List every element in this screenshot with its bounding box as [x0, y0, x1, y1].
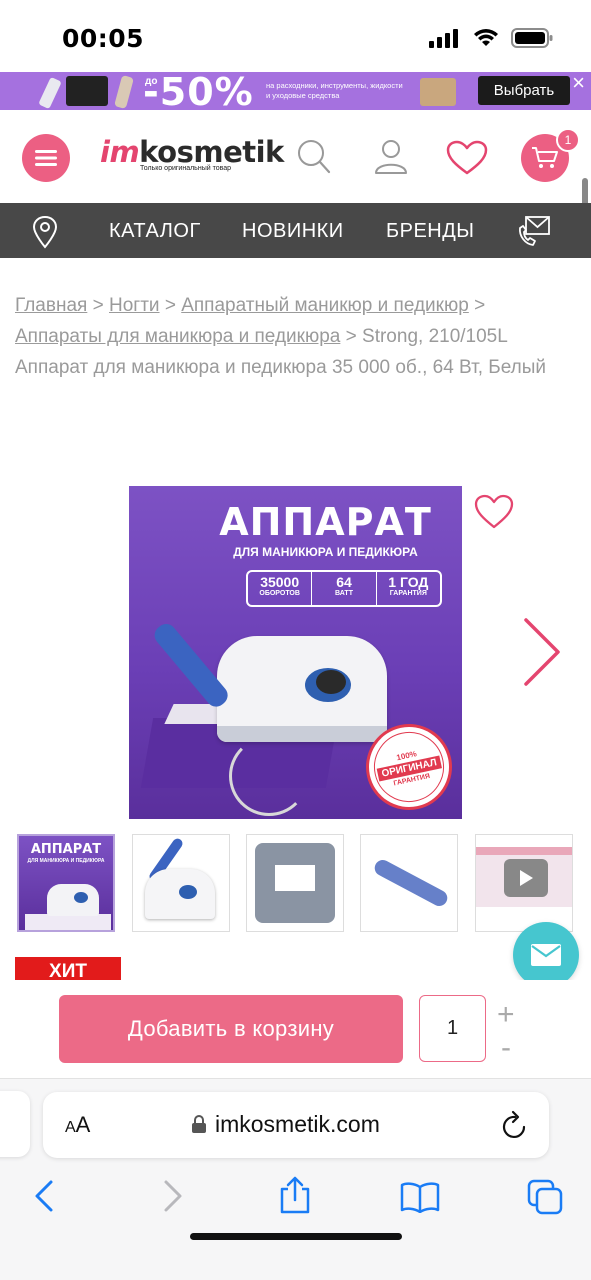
- cart-count-badge: 1: [556, 128, 580, 152]
- site-header: imkosmetik Только оригинальный товар 1: [0, 110, 591, 203]
- add-to-cart-button[interactable]: Добавить в корзину: [59, 995, 403, 1063]
- nav-item-new[interactable]: НОВИНКИ: [242, 220, 344, 243]
- thumbnail-4[interactable]: [360, 834, 458, 932]
- spec-watt: 64 ВАТТ: [312, 572, 377, 605]
- play-icon: [504, 859, 548, 897]
- thumbnail-3[interactable]: [246, 834, 344, 932]
- menu-button[interactable]: [22, 134, 70, 182]
- thumbnail-video[interactable]: [475, 834, 573, 932]
- thumbnail-2[interactable]: [132, 834, 230, 932]
- breadcrumb-link-home[interactable]: Главная: [15, 295, 87, 316]
- reader-options-button[interactable]: AA: [65, 1112, 90, 1138]
- breadcrumb-separator: >: [164, 295, 176, 316]
- logo-im: im: [100, 135, 140, 169]
- image-title: АППАРАТ: [219, 500, 432, 544]
- main-nav: КАТАЛОГ НОВИНКИ БРЕНДЫ: [0, 203, 591, 258]
- quantity-input[interactable]: [419, 995, 486, 1062]
- home-indicator[interactable]: [190, 1233, 402, 1240]
- user-icon[interactable]: [373, 138, 409, 176]
- spec-rpm: 35000 ОБОРОТОВ: [248, 572, 313, 605]
- breadcrumb: Главная > Ногти > Аппаратный маникюр и п…: [15, 290, 565, 383]
- promo-select-button[interactable]: Выбрать: [478, 76, 570, 105]
- bookmarks-icon[interactable]: [400, 1181, 440, 1213]
- battery-icon: [511, 28, 553, 48]
- image-device-knob-center: [316, 670, 346, 694]
- envelope-icon: [531, 944, 561, 966]
- quantity-increase-button[interactable]: +: [497, 1000, 515, 1030]
- promo-product-image: [114, 74, 134, 110]
- location-icon[interactable]: [32, 215, 58, 249]
- promo-text: на расходники, инструменты, жидкости и у…: [266, 81, 403, 100]
- share-icon[interactable]: [278, 1175, 312, 1215]
- site-logo[interactable]: imkosmetik Только оригинальный товар: [100, 136, 284, 172]
- promo-product-image: [420, 78, 456, 106]
- promo-product-image: [66, 76, 108, 106]
- contact-mail-icon[interactable]: [517, 214, 551, 248]
- chevron-right-icon[interactable]: [522, 616, 562, 688]
- thumbnail-strip: АППАРАТ ДЛЯ МАНИКЮРА И ПЕДИКЮРА: [17, 834, 591, 934]
- image-specs: 35000 ОБОРОТОВ 64 ВАТТ 1 ГОД ГАРАНТИЯ: [246, 570, 442, 607]
- promo-banner[interactable]: до -50% на расходники, инструменты, жидк…: [0, 72, 591, 110]
- status-icons: [429, 28, 553, 48]
- lock-icon: [192, 1115, 206, 1133]
- breadcrumb-separator: >: [92, 295, 104, 316]
- previous-tab-peek[interactable]: [0, 1091, 30, 1157]
- breadcrumb-link-manicure-devices[interactable]: Аппараты для маникюра и педикюра: [15, 326, 340, 347]
- cellular-signal-icon: [429, 29, 458, 48]
- breadcrumb-separator: >: [345, 326, 357, 347]
- tabs-icon[interactable]: [527, 1179, 563, 1215]
- breadcrumb-link-hardware-manicure[interactable]: Аппаратный маникюр и педикюр: [181, 295, 469, 316]
- browser-toolbar: AA imkosmetik.com: [0, 1078, 591, 1280]
- spec-warranty: 1 ГОД ГАРАНТИЯ: [388, 574, 429, 597]
- address-bar[interactable]: AA imkosmetik.com: [43, 1092, 549, 1158]
- url-text[interactable]: imkosmetik.com: [215, 1111, 380, 1138]
- product-main-image[interactable]: АППАРАТ ДЛЯ МАНИКЮРА И ПЕДИКЮРА 35000 ОБ…: [129, 486, 462, 819]
- status-bar: 00:05: [0, 0, 591, 72]
- promo-product-image: [38, 76, 62, 110]
- add-to-cart-bar: Добавить в корзину + -: [0, 980, 591, 1078]
- logo-kosmetik: kosmetik: [139, 135, 284, 169]
- quantity-decrease-button[interactable]: -: [501, 1033, 511, 1063]
- favorite-heart-icon[interactable]: [474, 494, 514, 530]
- promo-discount: -50%: [143, 72, 254, 110]
- image-cord: [229, 736, 309, 816]
- back-icon[interactable]: [33, 1179, 55, 1213]
- status-time: 00:05: [62, 24, 145, 53]
- image-subtitle: ДЛЯ МАНИКЮРА И ПЕДИКЮРА: [233, 545, 418, 559]
- nav-item-brands[interactable]: БРЕНДЫ: [386, 220, 475, 243]
- heart-icon[interactable]: [446, 140, 488, 176]
- image-device-base: [217, 726, 387, 742]
- forward-icon[interactable]: [162, 1179, 184, 1213]
- nav-item-catalog[interactable]: КАТАЛОГ: [109, 220, 201, 243]
- cart-icon: [532, 147, 558, 168]
- thumbnail-1[interactable]: АППАРАТ ДЛЯ МАНИКЮРА И ПЕДИКЮРА: [17, 834, 115, 932]
- email-contact-button[interactable]: [513, 922, 579, 988]
- search-icon[interactable]: [296, 138, 332, 176]
- reload-icon[interactable]: [501, 1110, 529, 1140]
- hamburger-icon: [35, 150, 57, 166]
- breadcrumb-link-nails[interactable]: Ногти: [109, 295, 160, 316]
- promo-close-icon[interactable]: ×: [572, 72, 585, 94]
- wifi-icon: [474, 29, 498, 46]
- breadcrumb-separator: >: [474, 295, 486, 316]
